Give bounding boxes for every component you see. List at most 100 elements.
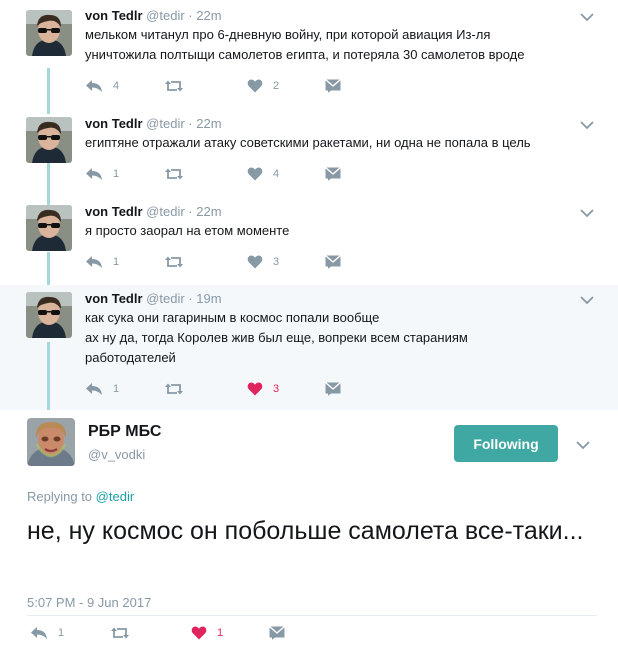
reply-count: 4 — [113, 80, 120, 92]
timestamp[interactable]: 5:07 PM - 9 Jun 2017 — [27, 595, 151, 610]
heart-icon — [191, 626, 207, 640]
author-name[interactable]: von Tedlr — [85, 8, 143, 23]
author-handle[interactable]: @tedir — [146, 116, 185, 131]
tweet-text-line: уничтожила полтыщи самолетов египта, и п… — [85, 47, 525, 62]
retweet-icon — [165, 256, 183, 268]
retweet-icon — [165, 168, 183, 180]
following-button[interactable]: Following — [454, 425, 558, 462]
tweet-text-line: я просто заорал на етом моменте — [85, 223, 290, 238]
tweet-text: не, ну космос он побольше самолета все-т… — [27, 517, 584, 545]
like-button[interactable]: 2 — [247, 77, 279, 95]
thread-tweet[interactable]: von Tedlr @tedir · 22m египтяне отражали… — [0, 110, 618, 200]
replying-to: Replying to @tedir — [27, 489, 134, 504]
like-button[interactable]: 4 — [247, 165, 279, 183]
reply-icon — [86, 80, 102, 92]
reply-count: 1 — [113, 256, 120, 268]
like-button[interactable]: 1 — [191, 624, 223, 642]
tweet-text-line: мельком читанул про 6-дневную войну, при… — [85, 27, 491, 42]
tweet-text-line: работодателей — [85, 350, 176, 365]
replying-to-link[interactable]: @tedir — [96, 489, 135, 504]
reply-button[interactable]: 1 — [85, 253, 119, 271]
tweet-text: мельком читанул про 6-дневную войну, при… — [85, 25, 524, 65]
separator: · — [188, 8, 193, 23]
reply-button[interactable]: 1 — [30, 624, 64, 642]
reply-button[interactable]: 1 — [85, 165, 119, 183]
reply-count: 1 — [58, 627, 65, 639]
envelope-icon — [269, 626, 285, 640]
retweet-button[interactable] — [164, 165, 184, 183]
separator: · — [188, 116, 193, 131]
dm-button[interactable] — [325, 165, 341, 183]
tweet-header: von Tedlr @tedir · 22m — [85, 116, 222, 131]
avatar[interactable] — [26, 117, 72, 163]
timestamp[interactable]: 22m — [196, 8, 221, 23]
avatar[interactable] — [26, 205, 72, 251]
timestamp[interactable]: 22m — [196, 116, 221, 131]
timestamp[interactable]: 22m — [196, 204, 221, 219]
reply-icon — [86, 168, 102, 180]
thread-line — [47, 342, 50, 410]
like-count: 2 — [273, 80, 280, 92]
tweet-header: von Tedlr @tedir · 22m — [85, 204, 222, 219]
dm-button[interactable] — [325, 77, 341, 95]
author-handle[interactable]: @tedir — [146, 291, 185, 306]
avatar[interactable] — [26, 10, 72, 56]
dm-button[interactable] — [325, 380, 341, 398]
separator: · — [188, 291, 193, 306]
like-button[interactable]: 3 — [247, 380, 279, 398]
tweet-text-line: как сука они гагариным в космос попали в… — [85, 310, 380, 325]
tweet-header: von Tedlr @tedir · 22m — [85, 8, 222, 23]
thread-tweet[interactable]: von Tedlr @tedir · 19m как сука они гага… — [0, 285, 618, 410]
separator: · — [188, 204, 193, 219]
heart-icon — [247, 79, 263, 93]
tweet-text: египтяне отражали атаку советскими ракет… — [85, 133, 531, 153]
avatar[interactable] — [27, 418, 75, 466]
chevron-down-icon[interactable] — [580, 120, 594, 130]
author-name[interactable]: von Tedlr — [85, 204, 143, 219]
tweet-header: von Tedlr @tedir · 19m — [85, 291, 222, 306]
reply-button[interactable]: 4 — [85, 77, 119, 95]
like-button[interactable]: 3 — [247, 253, 279, 271]
heart-icon — [247, 382, 263, 396]
retweet-button[interactable] — [164, 380, 184, 398]
heart-icon — [247, 255, 263, 269]
reply-count: 1 — [113, 168, 120, 180]
chevron-down-icon[interactable] — [580, 12, 594, 22]
reply-icon — [86, 383, 102, 395]
retweet-button[interactable] — [164, 253, 184, 271]
chevron-down-icon[interactable] — [576, 440, 590, 450]
tweet-text-line: ах ну да, тогда Королев жив был еще, воп… — [85, 330, 468, 345]
retweet-icon — [111, 627, 129, 639]
avatar[interactable] — [26, 292, 72, 338]
like-count: 1 — [217, 627, 224, 639]
dm-button[interactable] — [269, 624, 285, 642]
retweet-button[interactable] — [164, 77, 184, 95]
timestamp[interactable]: 19m — [196, 291, 221, 306]
author-handle[interactable]: @tedir — [146, 8, 185, 23]
reply-count: 1 — [113, 383, 120, 395]
envelope-icon — [325, 79, 341, 93]
divider — [27, 615, 597, 616]
reply-icon — [31, 627, 47, 639]
chevron-down-icon[interactable] — [580, 208, 594, 218]
author-handle[interactable]: @v_vodki — [88, 447, 145, 462]
author-name[interactable]: von Tedlr — [85, 291, 143, 306]
author-name[interactable]: von Tedlr — [85, 116, 143, 131]
retweet-icon — [165, 383, 183, 395]
retweet-icon — [165, 80, 183, 92]
dm-button[interactable] — [325, 253, 341, 271]
author-handle[interactable]: @tedir — [146, 204, 185, 219]
replying-to-label: Replying to — [27, 489, 93, 504]
thread-tweet[interactable]: von Tedlr @tedir · 22m мельком читанул п… — [0, 0, 618, 110]
author-name[interactable]: РБР МБС — [88, 423, 161, 441]
tweet-text: как сука они гагариным в космос попали в… — [85, 308, 468, 368]
thread-tweet[interactable]: von Tedlr @tedir · 22m я просто заорал н… — [0, 200, 618, 285]
retweet-button[interactable] — [110, 624, 130, 642]
chevron-down-icon[interactable] — [580, 295, 594, 305]
reply-icon — [86, 256, 102, 268]
reply-button[interactable]: 1 — [85, 380, 119, 398]
like-count: 3 — [273, 383, 280, 395]
envelope-icon — [325, 167, 341, 181]
tweet-text-line: египтяне отражали атаку советскими ракет… — [85, 135, 531, 150]
envelope-icon — [325, 382, 341, 396]
